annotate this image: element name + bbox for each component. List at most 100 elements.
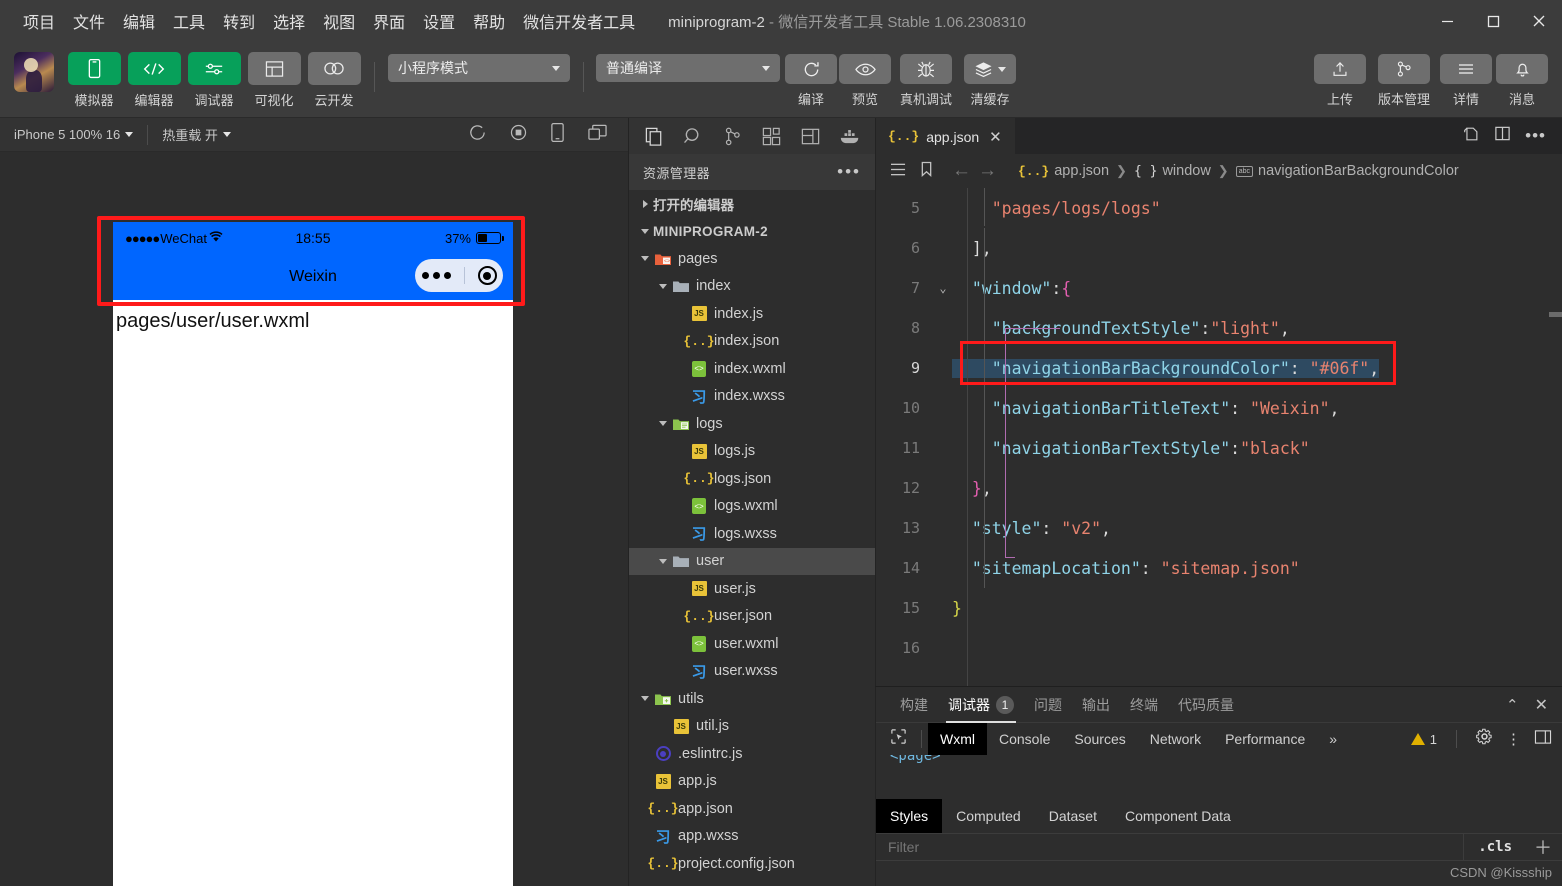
close-circle-icon[interactable] bbox=[477, 266, 497, 285]
search-icon[interactable] bbox=[674, 118, 713, 154]
kebab-icon[interactable]: ⋮ bbox=[1506, 732, 1521, 747]
menu-item-9[interactable]: 帮助 bbox=[464, 6, 514, 36]
tree-file-row[interactable]: {..} project.config.json bbox=[629, 850, 875, 878]
tree-folder-row[interactable]: logs bbox=[629, 410, 875, 438]
breadcrumb-item-file[interactable]: {..} app.json bbox=[1018, 163, 1109, 179]
style-tab-styles[interactable]: Styles bbox=[876, 799, 943, 833]
panel-tab-1[interactable]: 调试器 1 bbox=[938, 687, 1024, 723]
details-button[interactable]: 详情 bbox=[1440, 54, 1492, 108]
tree-folder-row[interactable]: utils bbox=[629, 685, 875, 713]
tree-file-row[interactable]: JS util.js bbox=[629, 713, 875, 741]
close-icon[interactable]: ✕ bbox=[1535, 695, 1548, 715]
compile-button[interactable]: 编译 bbox=[785, 54, 837, 108]
ellipsis-icon[interactable]: ••• bbox=[837, 163, 861, 180]
devtools-overflow[interactable]: » bbox=[1317, 723, 1349, 755]
devtools-tab-sources[interactable]: Sources bbox=[1062, 723, 1137, 755]
tab-app-json[interactable]: {..} app.json ✕ bbox=[876, 118, 1015, 154]
layout-icon[interactable] bbox=[791, 118, 830, 154]
style-tab-component-data[interactable]: Component Data bbox=[1111, 799, 1245, 833]
source-control-icon[interactable] bbox=[713, 118, 752, 154]
style-tab-dataset[interactable]: Dataset bbox=[1035, 799, 1111, 833]
tree-folder-row[interactable]: index bbox=[629, 273, 875, 301]
files-icon[interactable] bbox=[635, 118, 674, 154]
open-editors-row[interactable]: 打开的编辑器 bbox=[629, 190, 875, 218]
more-dots-icon[interactable] bbox=[421, 272, 451, 279]
panel-tab-2[interactable]: 问题 bbox=[1024, 687, 1072, 723]
device-icon[interactable] bbox=[550, 122, 565, 148]
menu-item-6[interactable]: 视图 bbox=[314, 6, 364, 36]
tree-folder-row[interactable]: user bbox=[629, 547, 875, 575]
devtools-tab-network[interactable]: Network bbox=[1138, 723, 1213, 755]
fold-chevron-icon[interactable]: ⌄ bbox=[934, 281, 952, 295]
devtools-tab-console[interactable]: Console bbox=[987, 723, 1062, 755]
mode-select[interactable]: 小程序模式 bbox=[388, 54, 570, 82]
more-icon[interactable]: ••• bbox=[1525, 127, 1546, 144]
split-preview-icon[interactable] bbox=[1462, 125, 1480, 148]
compile-select[interactable]: 普通编译 bbox=[596, 54, 780, 82]
back-arrow-icon[interactable]: ← bbox=[952, 160, 971, 182]
dock-icon[interactable] bbox=[1534, 729, 1552, 750]
tree-file-row[interactable]: <> index.wxml bbox=[629, 355, 875, 383]
extensions-icon[interactable] bbox=[752, 118, 791, 154]
clear-cache-button[interactable]: 清缓存 bbox=[962, 54, 1018, 108]
version-control-button[interactable]: 版本管理 bbox=[1372, 54, 1436, 108]
devtools-tab-performance[interactable]: Performance bbox=[1213, 723, 1317, 755]
breadcrumb-item-property[interactable]: abc navigationBarBackgroundColor bbox=[1235, 163, 1459, 179]
close-icon[interactable]: ✕ bbox=[986, 128, 1005, 146]
tree-file-row[interactable]: {..} app.json bbox=[629, 795, 875, 823]
minimize-button[interactable] bbox=[1424, 0, 1470, 42]
breadcrumb-item-window[interactable]: { } window bbox=[1134, 163, 1211, 179]
menu-item-3[interactable]: 工具 bbox=[164, 6, 214, 36]
tree-file-row[interactable]: 习 logs.wxss bbox=[629, 520, 875, 548]
tree-file-row[interactable]: .eslintrc.js bbox=[629, 740, 875, 768]
collapse-icon[interactable]: ⌃ bbox=[1506, 696, 1519, 714]
editor-scrollbar[interactable] bbox=[1549, 188, 1562, 686]
plus-icon[interactable]: ＋ bbox=[1524, 834, 1562, 860]
panel-tab-4[interactable]: 终端 bbox=[1120, 687, 1168, 723]
panel-tab-3[interactable]: 输出 bbox=[1072, 687, 1120, 723]
tree-file-row[interactable]: <> logs.wxml bbox=[629, 493, 875, 521]
tree-file-row[interactable]: <> user.wxml bbox=[629, 630, 875, 658]
toolbar-item-layout[interactable]: 可视化 bbox=[244, 52, 304, 109]
project-root-row[interactable]: MINIPROGRAM-2 bbox=[629, 218, 875, 246]
wechat-capsule-button[interactable] bbox=[415, 259, 503, 292]
tree-file-row[interactable]: JS index.js bbox=[629, 300, 875, 328]
tree-file-row[interactable]: {..} logs.json bbox=[629, 465, 875, 493]
tree-file-row[interactable]: 习 index.wxss bbox=[629, 383, 875, 411]
close-button[interactable] bbox=[1516, 0, 1562, 42]
toolbar-item-phone[interactable]: 模拟器 bbox=[64, 52, 124, 109]
tree-file-row[interactable]: 习 user.wxss bbox=[629, 658, 875, 686]
menu-item-2[interactable]: 编辑 bbox=[114, 6, 164, 36]
devtools-tab-wxml[interactable]: Wxml bbox=[928, 723, 987, 755]
menu-item-7[interactable]: 界面 bbox=[364, 6, 414, 36]
tree-file-row[interactable]: 习 app.wxss bbox=[629, 823, 875, 851]
forward-arrow-icon[interactable]: → bbox=[978, 160, 997, 182]
tree-file-row[interactable]: {..} user.json bbox=[629, 603, 875, 631]
refresh-icon[interactable] bbox=[468, 123, 487, 147]
split-editor-icon[interactable] bbox=[1494, 125, 1511, 147]
menu-item-1[interactable]: 文件 bbox=[64, 6, 114, 36]
record-icon[interactable] bbox=[509, 123, 528, 147]
filter-input[interactable] bbox=[876, 839, 1464, 855]
docker-icon[interactable] bbox=[830, 118, 869, 154]
code-area[interactable]: 5 "pages/logs/logs" 6 ], 7 ⌄ "window":{8 "b… bbox=[876, 188, 1562, 686]
menu-item-8[interactable]: 设置 bbox=[414, 6, 464, 36]
tree-file-row[interactable]: JS user.js bbox=[629, 575, 875, 603]
tree-file-row[interactable]: JS logs.js bbox=[629, 438, 875, 466]
tree-file-row[interactable]: JS app.js bbox=[629, 768, 875, 796]
outline-icon[interactable] bbox=[890, 162, 907, 181]
tree-file-row[interactable]: {..} index.json bbox=[629, 328, 875, 356]
toolbar-item-cloud[interactable]: 云开发 bbox=[304, 52, 364, 109]
device-select[interactable]: iPhone 5 100% 16 bbox=[0, 118, 147, 152]
panel-tab-0[interactable]: 构建 bbox=[890, 687, 938, 723]
style-tab-computed[interactable]: Computed bbox=[942, 799, 1035, 833]
avatar[interactable] bbox=[14, 52, 54, 92]
toolbar-item-code[interactable]: 编辑器 bbox=[124, 52, 184, 109]
toolbar-item-sliders[interactable]: 调试器 bbox=[184, 52, 244, 109]
real-device-debug-button[interactable]: 真机调试 bbox=[894, 54, 958, 108]
inspect-icon[interactable] bbox=[882, 728, 915, 750]
menu-item-4[interactable]: 转到 bbox=[214, 6, 264, 36]
messages-button[interactable]: 消息 bbox=[1496, 54, 1548, 108]
maximize-button[interactable] bbox=[1470, 0, 1516, 42]
preview-button[interactable]: 预览 bbox=[839, 54, 891, 108]
